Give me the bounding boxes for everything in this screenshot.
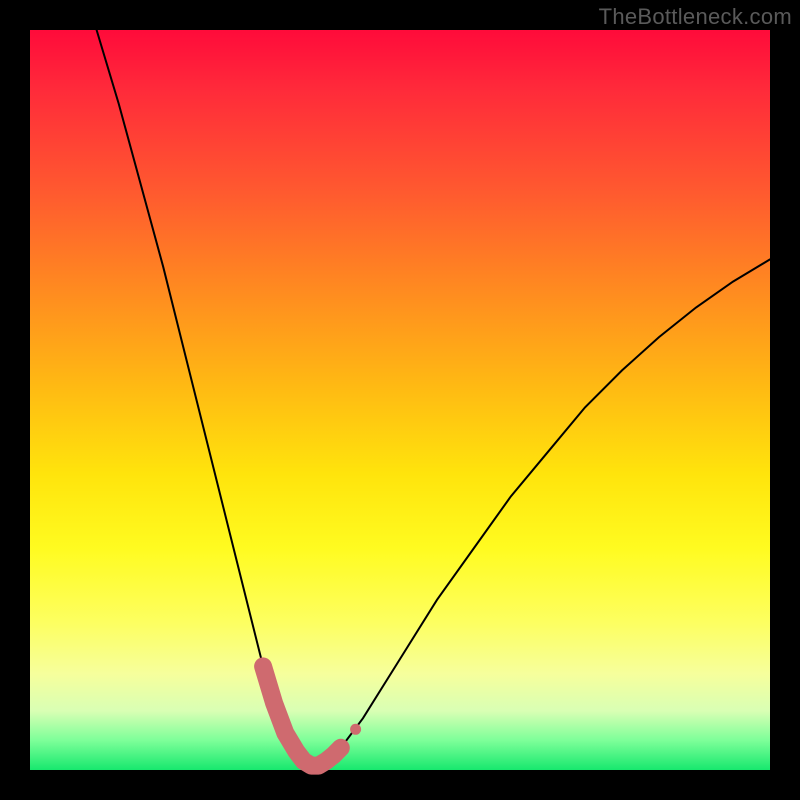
bottleneck-curve	[97, 30, 770, 766]
extra-marker-dot	[350, 724, 361, 735]
watermark-text: TheBottleneck.com	[599, 4, 792, 30]
curve-layer	[30, 30, 770, 770]
optimal-range-markers	[263, 666, 341, 765]
optimal-range-band	[263, 666, 341, 765]
chart-frame: TheBottleneck.com	[0, 0, 800, 800]
